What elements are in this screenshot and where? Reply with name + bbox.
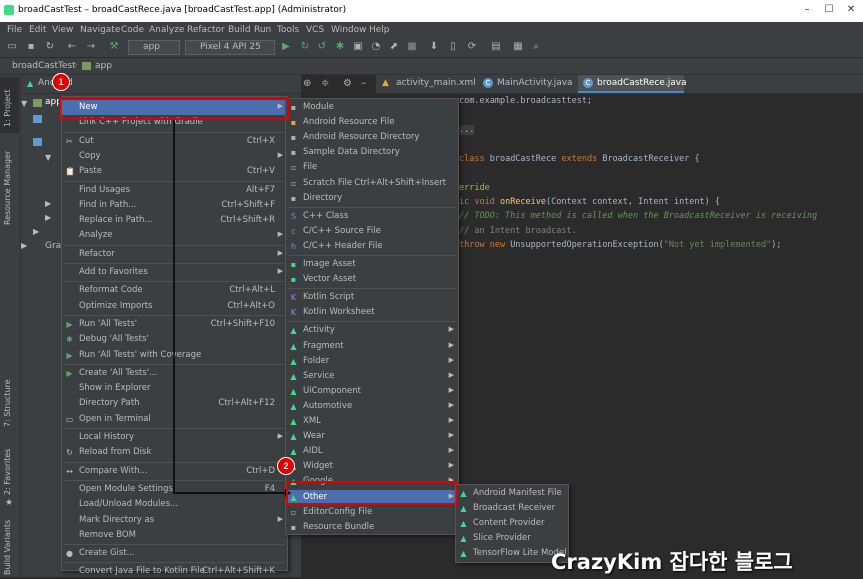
highlight-other <box>286 481 458 505</box>
step-badge-1: 1 <box>52 73 70 91</box>
watermark: CrazyKim 잡다한 블로그 <box>551 550 793 574</box>
highlight-new <box>59 97 289 120</box>
step-badge-2: 2 <box>277 457 295 475</box>
